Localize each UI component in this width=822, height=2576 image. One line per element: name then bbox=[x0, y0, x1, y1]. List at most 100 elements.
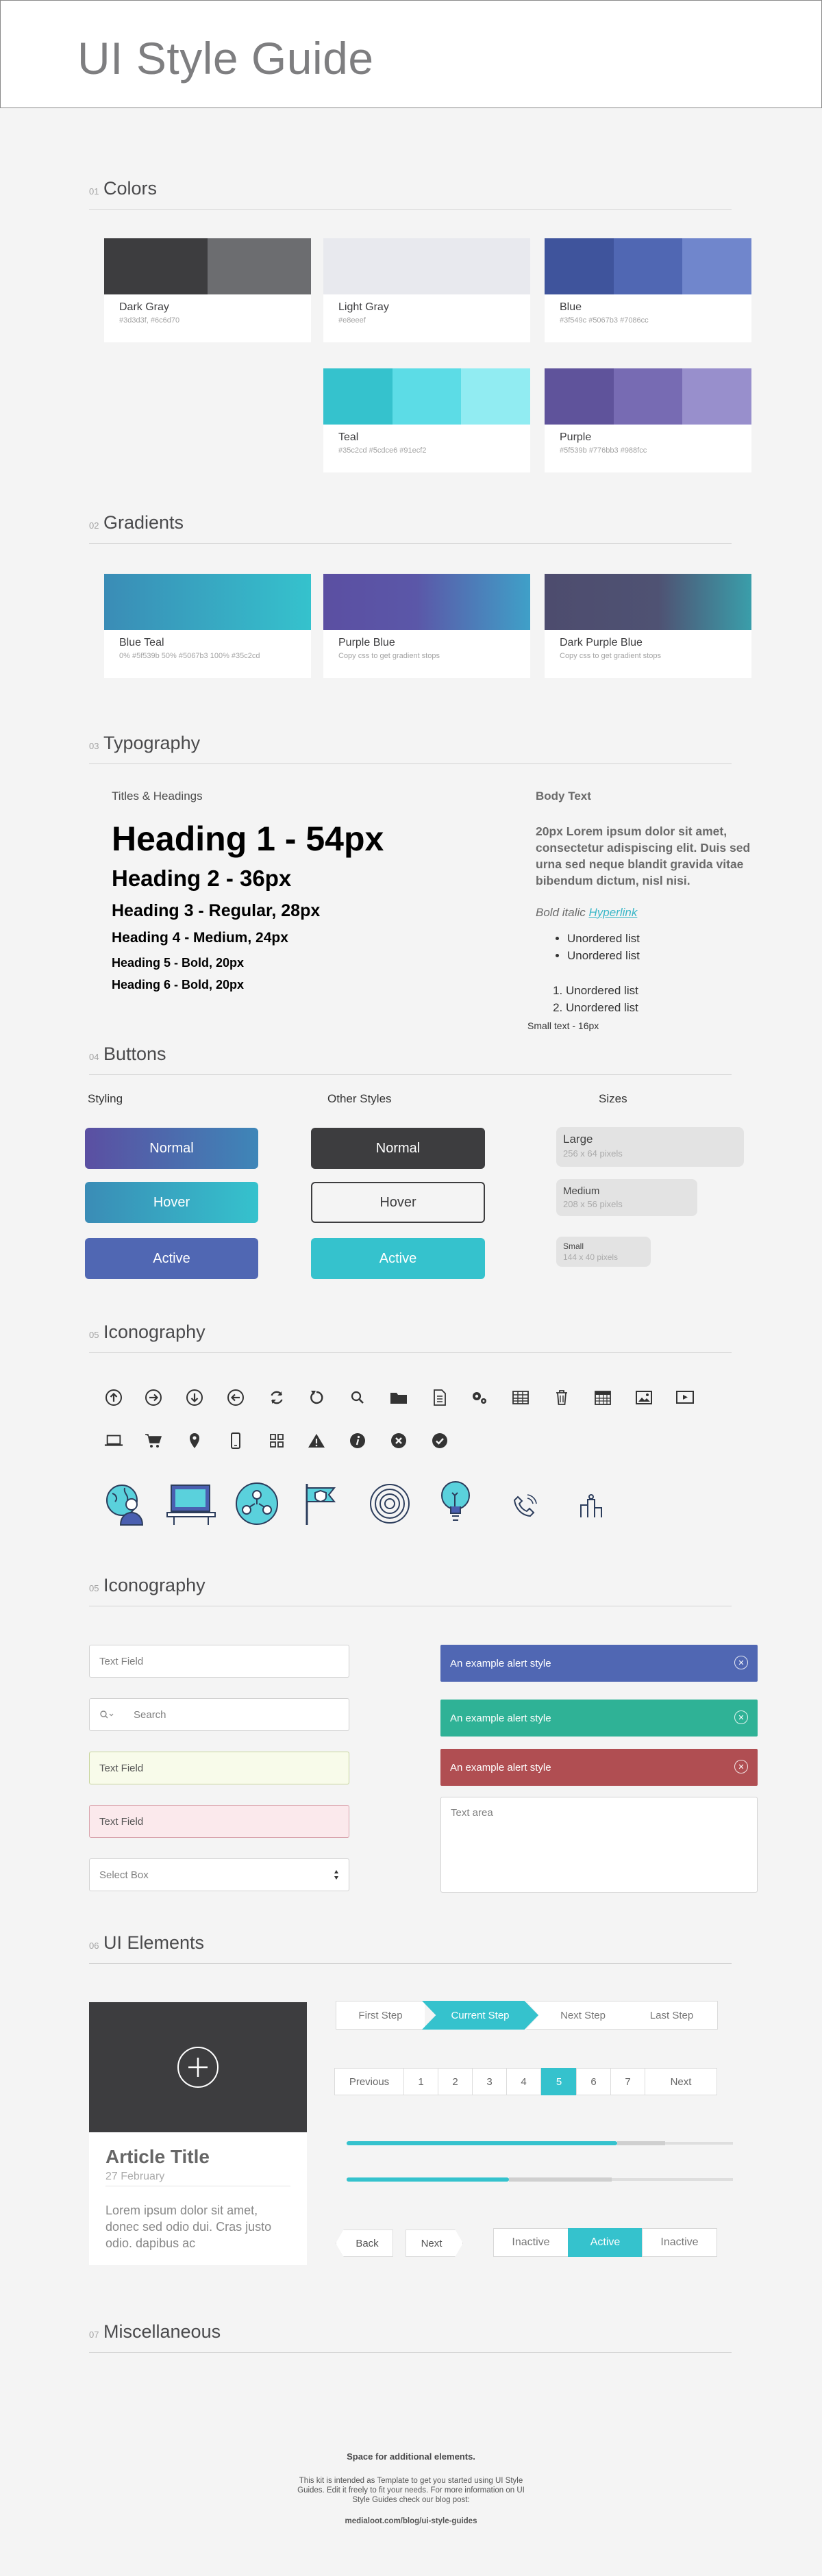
alert-blue: An example alert style ✕ bbox=[440, 1645, 758, 1682]
color-name: Dark Gray bbox=[119, 301, 169, 313]
next-button[interactable]: Next bbox=[406, 2230, 463, 2257]
mobile-icon[interactable] bbox=[226, 1431, 245, 1450]
settings-icon[interactable] bbox=[470, 1388, 489, 1407]
arrow-down-icon[interactable] bbox=[185, 1388, 204, 1407]
back-button[interactable]: Back bbox=[336, 2230, 393, 2257]
color-name: Blue bbox=[560, 301, 582, 313]
section-typography: 03 Typography bbox=[89, 731, 732, 764]
large-size-button[interactable]: Large 256 x 64 pixels bbox=[556, 1127, 744, 1167]
hover-outline-button[interactable]: Hover bbox=[311, 1182, 485, 1223]
close-icon[interactable]: ✕ bbox=[734, 1710, 748, 1724]
light-bulb-icon bbox=[438, 1479, 473, 1528]
search-field[interactable]: Search bbox=[89, 1698, 349, 1731]
pagination-page-active[interactable]: 5 bbox=[541, 2068, 577, 2095]
document-icon[interactable] bbox=[430, 1388, 449, 1407]
progress-slider[interactable] bbox=[347, 2139, 733, 2147]
text-area[interactable]: Text area bbox=[440, 1797, 758, 1893]
section-iconography: 05 Iconography bbox=[89, 1320, 732, 1353]
user-globe-icon bbox=[103, 1481, 151, 1526]
desktop-computer-icon bbox=[166, 1481, 216, 1526]
plus-circle-icon[interactable] bbox=[176, 2045, 220, 2093]
hover-gradient-button[interactable]: Hover bbox=[85, 1182, 258, 1223]
active-teal-button[interactable]: Active bbox=[311, 1238, 485, 1279]
laptop-icon[interactable] bbox=[104, 1431, 123, 1450]
medium-size-button[interactable]: Medium 208 x 56 pixels bbox=[556, 1179, 697, 1216]
close-icon[interactable]: ✕ bbox=[734, 1760, 748, 1773]
section-ui-elements: 06 UI Elements bbox=[89, 1931, 732, 1964]
bold-italic-line: Bold italic Hyperlink bbox=[536, 906, 637, 920]
warning-icon[interactable] bbox=[307, 1431, 326, 1450]
text-field[interactable]: Text Field bbox=[89, 1645, 349, 1678]
alert-text: An example alert style bbox=[450, 1657, 551, 1669]
normal-dark-button[interactable]: Normal bbox=[311, 1128, 485, 1169]
shield-flag-icon bbox=[301, 1481, 345, 1526]
normal-gradient-button[interactable]: Normal bbox=[85, 1128, 258, 1169]
article-card[interactable]: Article Title 27 February Lorem ipsum do… bbox=[89, 2002, 307, 2265]
gradient-codes: Copy css to get gradient stops bbox=[560, 652, 661, 660]
toggle-inactive-left[interactable]: Inactive bbox=[493, 2228, 569, 2257]
step-last[interactable]: Last Step bbox=[621, 2001, 718, 2030]
close-icon[interactable]: ✕ bbox=[734, 1656, 748, 1669]
pagination-page[interactable]: 6 bbox=[576, 2068, 611, 2095]
grid-icon[interactable] bbox=[267, 1431, 286, 1450]
gradient-name: Purple Blue bbox=[338, 637, 395, 648]
video-icon[interactable] bbox=[675, 1388, 695, 1407]
close-circle-icon[interactable] bbox=[389, 1431, 408, 1450]
check-circle-icon[interactable] bbox=[430, 1431, 449, 1450]
pagination-page[interactable]: 2 bbox=[438, 2068, 473, 2095]
swatch bbox=[682, 368, 752, 425]
color-codes: #3d3d3f, #6c6d70 bbox=[119, 316, 180, 325]
small-size-button[interactable]: Small 144 x 40 pixels bbox=[556, 1237, 651, 1267]
refresh-icon[interactable] bbox=[267, 1388, 286, 1407]
bold-italic-text: Bold italic bbox=[536, 906, 586, 919]
pagination-page[interactable]: 4 bbox=[506, 2068, 541, 2095]
undo-icon[interactable] bbox=[307, 1388, 326, 1407]
active-gradient-button[interactable]: Active bbox=[85, 1238, 258, 1279]
volume-slider[interactable] bbox=[347, 2175, 733, 2184]
large-label: Large bbox=[563, 1133, 593, 1146]
step-first[interactable]: First Step bbox=[336, 2001, 425, 2030]
gradient-card-dark-purple-blue: Dark Purple Blue Copy css to get gradien… bbox=[545, 574, 751, 678]
slider-fill bbox=[347, 2141, 617, 2145]
pagination-previous[interactable]: Previous bbox=[334, 2068, 404, 2095]
team-network-icon bbox=[234, 1481, 279, 1526]
arrow-up-icon[interactable] bbox=[104, 1388, 123, 1407]
step-next[interactable]: Next Step bbox=[526, 2001, 634, 2030]
list-item: Unordered list bbox=[567, 947, 640, 964]
arrow-right-icon[interactable] bbox=[144, 1388, 163, 1407]
select-value: Select Box bbox=[99, 1869, 149, 1881]
color-codes: #e8eeef bbox=[338, 316, 366, 325]
image-icon[interactable] bbox=[634, 1388, 653, 1407]
step-current[interactable]: Current Step bbox=[422, 2001, 538, 2030]
pagination-page[interactable]: 3 bbox=[472, 2068, 507, 2095]
article-image bbox=[89, 2002, 307, 2132]
location-icon[interactable] bbox=[185, 1431, 204, 1450]
select-box[interactable]: Select Box bbox=[89, 1858, 349, 1891]
pagination-page[interactable]: 7 bbox=[610, 2068, 645, 2095]
info-icon[interactable] bbox=[348, 1431, 367, 1450]
color-codes: #5f539b #776bb3 #988fcc bbox=[560, 446, 647, 455]
target-icon bbox=[367, 1481, 412, 1526]
slider-fill bbox=[347, 2177, 509, 2182]
swatch bbox=[461, 368, 531, 425]
table-icon[interactable] bbox=[511, 1388, 530, 1407]
pagination-next[interactable]: Next bbox=[645, 2068, 717, 2095]
arrow-left-icon[interactable] bbox=[226, 1388, 245, 1407]
footer-link[interactable]: medialoot.com/blog/ui-style-guides bbox=[274, 2517, 548, 2525]
search-icon[interactable] bbox=[348, 1388, 367, 1407]
trash-icon[interactable] bbox=[552, 1388, 571, 1407]
calendar-icon[interactable] bbox=[593, 1388, 612, 1407]
phone-call-icon bbox=[511, 1493, 538, 1520]
text-field-error[interactable]: Text Field bbox=[89, 1805, 349, 1838]
heading-6: Heading 6 - Bold, 20px bbox=[112, 978, 245, 992]
pagination-page[interactable]: 1 bbox=[403, 2068, 438, 2095]
toggle-inactive-right[interactable]: Inactive bbox=[642, 2228, 717, 2257]
color-codes: #3f549c #5067b3 #7086cc bbox=[560, 316, 649, 325]
color-card-dark-gray: Dark Gray #3d3d3f, #6c6d70 bbox=[104, 238, 311, 342]
folder-icon[interactable] bbox=[389, 1388, 408, 1407]
article-title: Article Title bbox=[105, 2146, 210, 2167]
cart-icon[interactable] bbox=[144, 1431, 163, 1450]
toggle-active[interactable]: Active bbox=[568, 2228, 643, 2257]
hyperlink[interactable]: Hyperlink bbox=[589, 906, 638, 919]
text-field-valid[interactable]: Text Field bbox=[89, 1752, 349, 1784]
